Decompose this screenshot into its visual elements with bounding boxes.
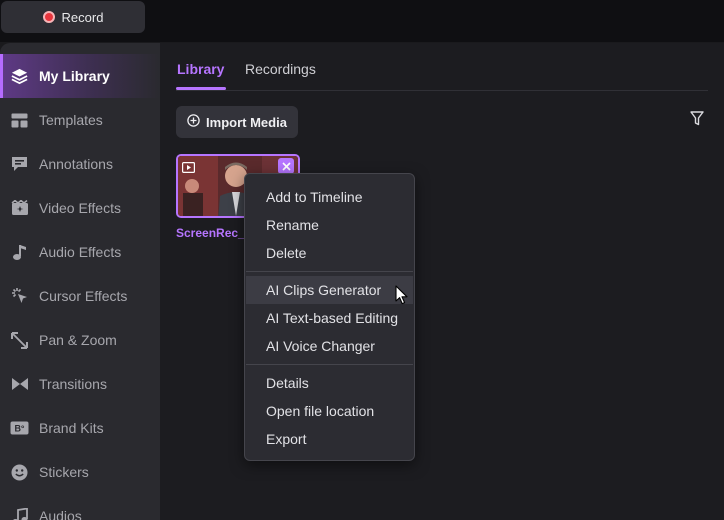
sidebar-item-brand-kits[interactable]: B° Brand Kits [0, 406, 160, 450]
sidebar-item-audios[interactable]: Audios [0, 494, 160, 520]
sidebar-item-label: Templates [39, 112, 103, 128]
context-menu: Add to Timeline Rename Delete AI Clips G… [244, 173, 415, 461]
sidebar-item-templates[interactable]: Templates [0, 98, 160, 142]
annotation-icon [10, 155, 29, 174]
expand-icon [10, 331, 29, 350]
video-type-icon [182, 160, 196, 178]
import-media-button[interactable]: Import Media [176, 106, 298, 138]
import-media-label: Import Media [206, 114, 287, 130]
sidebar-item-label: Annotations [39, 156, 113, 172]
templates-icon [10, 111, 29, 130]
sidebar-item-label: My Library [39, 68, 110, 84]
sidebar-item-audio-effects[interactable]: Audio Effects [0, 230, 160, 274]
sidebar-item-pan-zoom[interactable]: Pan & Zoom [0, 318, 160, 362]
menu-item-rename[interactable]: Rename [246, 211, 413, 239]
record-icon [42, 11, 55, 23]
sidebar-item-label: Transitions [39, 376, 107, 392]
sidebar-item-label: Stickers [39, 464, 89, 480]
transition-icon [10, 375, 29, 394]
sidebar-item-transitions[interactable]: Transitions [0, 362, 160, 406]
menu-item-export[interactable]: Export [246, 425, 413, 453]
menu-item-add-to-timeline[interactable]: Add to Timeline [246, 183, 413, 211]
record-label: Record [61, 9, 104, 25]
top-bar: Record [0, 0, 724, 42]
menu-item-delete[interactable]: Delete [246, 239, 413, 267]
sidebar-item-label: Pan & Zoom [39, 332, 117, 348]
sticker-icon [10, 463, 29, 482]
tab-library[interactable]: Library [177, 61, 224, 77]
sidebar-item-annotations[interactable]: Annotations [0, 142, 160, 186]
filter-icon[interactable] [690, 111, 704, 131]
svg-text:B°: B° [14, 424, 24, 434]
video-effects-icon [10, 199, 29, 218]
active-tab-indicator [176, 87, 226, 90]
menu-item-ai-text-based-editing[interactable]: AI Text-based Editing [246, 304, 413, 332]
sidebar-item-my-library[interactable]: My Library [0, 54, 160, 98]
sidebar-item-label: Video Effects [39, 200, 121, 216]
audio-icon [10, 507, 29, 520]
layers-icon [10, 67, 29, 86]
sidebar: My Library Templates Annotations Video E… [0, 43, 160, 520]
sidebar-item-cursor-effects[interactable]: Cursor Effects [0, 274, 160, 318]
menu-item-ai-clips-generator[interactable]: AI Clips Generator [246, 276, 413, 304]
record-button[interactable]: Record [1, 1, 145, 33]
sidebar-item-video-effects[interactable]: Video Effects [0, 186, 160, 230]
menu-separator [246, 271, 413, 272]
sidebar-item-stickers[interactable]: Stickers [0, 450, 160, 494]
music-note-icon [10, 243, 29, 262]
mouse-pointer-icon [395, 285, 408, 310]
menu-item-open-file-location[interactable]: Open file location [246, 397, 413, 425]
media-name: ScreenRec_2 [176, 226, 246, 240]
cursor-effects-icon [10, 287, 29, 306]
menu-separator [246, 364, 413, 365]
remove-media-icon[interactable] [278, 158, 294, 174]
sidebar-item-label: Audios [39, 508, 82, 520]
sidebar-item-label: Brand Kits [39, 420, 104, 436]
menu-item-ai-voice-changer[interactable]: AI Voice Changer [246, 332, 413, 360]
sidebar-item-label: Audio Effects [39, 244, 122, 260]
plus-circle-icon [187, 114, 200, 130]
library-tabs: Library Recordings [176, 43, 708, 91]
menu-item-details[interactable]: Details [246, 369, 413, 397]
brand-kit-icon: B° [10, 419, 29, 438]
sidebar-item-label: Cursor Effects [39, 288, 128, 304]
tab-recordings[interactable]: Recordings [245, 61, 316, 77]
